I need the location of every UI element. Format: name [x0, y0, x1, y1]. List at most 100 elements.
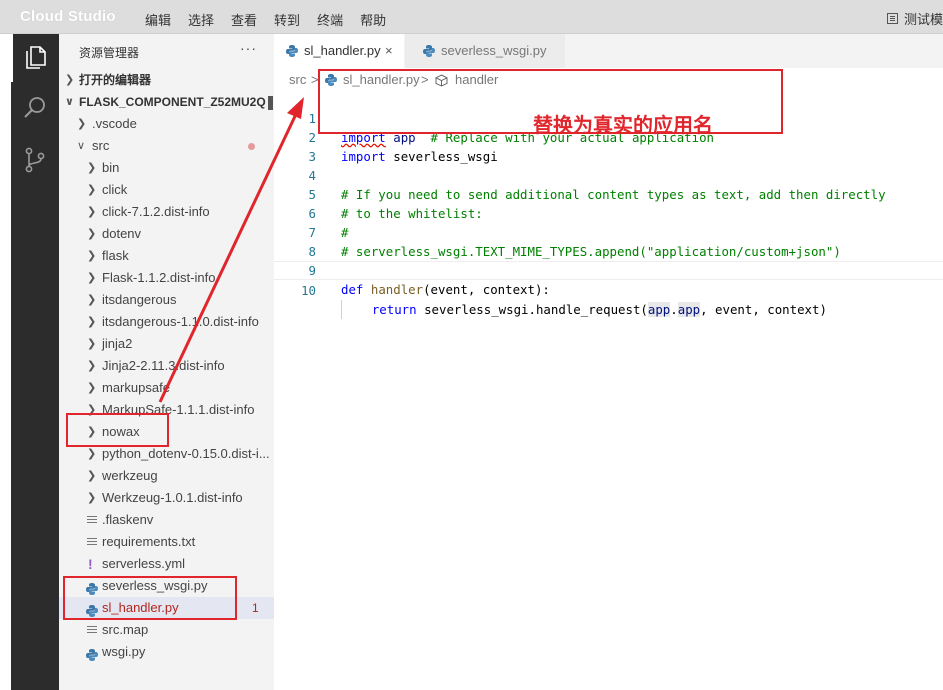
code-line: 8 [274, 223, 943, 259]
chevron-right-icon: ❯ [65, 74, 75, 86]
folder-item-click-7-1-2-dist-info[interactable]: ❯ click-7.1.2.dist-info [59, 201, 274, 223]
open-editors-label: 打开的编辑器 [79, 73, 152, 87]
text-file-icon [87, 538, 97, 546]
folder-item-itsdangerous[interactable]: ❯ itsdangerous [59, 289, 274, 311]
menu-terminal[interactable]: 终端 [317, 10, 343, 29]
tree-item-label: serverless.yml [102, 556, 186, 571]
workspace-section[interactable]: ∨ FLASK_COMPONENT_Z52MU2Q [59, 91, 274, 113]
folder-item-itsdangerous-1-1-0-dist-info[interactable]: ❯ itsdangerous-1.1.0.dist-info [59, 311, 274, 333]
workspace-name: 测试模 [903, 12, 943, 27]
close-icon[interactable]: × [385, 34, 393, 68]
tree-item-label: .vscode [92, 116, 137, 131]
annotation-box-files [63, 576, 237, 620]
sidebar-scrollbar[interactable] [268, 96, 273, 110]
chevron-right-icon: ❯ [87, 294, 97, 306]
search-icon[interactable] [11, 84, 59, 132]
folder-item-jinja2[interactable]: ❯ jinja2 [59, 333, 274, 355]
folder-item-flask-1-1-2-dist-info[interactable]: ❯ Flask-1.1.2.dist-info [59, 267, 274, 289]
menu-select[interactable]: 选择 [188, 10, 214, 29]
folder-item-click[interactable]: ❯ click [59, 179, 274, 201]
menu-goto[interactable]: 转到 [274, 10, 300, 29]
menu-edit[interactable]: 编辑 [145, 10, 171, 29]
explorer-icon[interactable] [11, 34, 59, 82]
chevron-right-icon: ❯ [77, 118, 87, 130]
tab-label: sl_handler.py [304, 43, 381, 58]
python-file-icon [286, 45, 298, 57]
workspace-switcher[interactable]: 测试模 [886, 9, 943, 28]
code-token: app [677, 302, 701, 317]
tree-item-label: click [102, 182, 128, 197]
folder-item-bin[interactable]: ❯ bin [59, 157, 274, 179]
code-token: handler [370, 282, 424, 297]
editor-tabs: sl_handler.py × severless_wsgi.py [274, 34, 943, 68]
tree-item-label: bin [102, 160, 120, 175]
chevron-right-icon: ❯ [87, 184, 97, 196]
chevron-right-icon: ❯ [87, 470, 97, 482]
code-token: def [341, 282, 364, 297]
annotation-label: 替换为真实的应用名 [533, 113, 713, 137]
tree-item-label: Werkzeug-1.0.1.dist-info [102, 490, 243, 505]
line-number: 10 [301, 283, 316, 298]
text-file-icon [87, 516, 97, 524]
tree-item-label: wsgi.py [102, 644, 146, 659]
code-token: app [647, 302, 671, 317]
tree-item-label: werkzeug [102, 468, 158, 483]
file-item-requirements-txt[interactable]: requirements.txt [59, 531, 274, 553]
workspace-label: FLASK_COMPONENT_Z52MU2Q [79, 95, 266, 109]
chevron-right-icon: ❯ [87, 228, 97, 240]
text-file-icon [87, 626, 97, 634]
python-file-icon [86, 646, 98, 661]
code-token: , event, context) [700, 302, 827, 317]
chevron-down-icon: ∨ [77, 140, 86, 152]
menu-view[interactable]: 查看 [231, 10, 257, 29]
list-icon [886, 13, 898, 24]
file-item-wsgi-py[interactable]: wsgi.py [59, 641, 274, 663]
tree-item-label: src.map [102, 622, 149, 637]
folder-item-dotenv[interactable]: ❯ dotenv [59, 223, 274, 245]
app-brand: Cloud Studio [20, 8, 116, 25]
yaml-file-icon: ! [88, 556, 93, 572]
code-line: 4 # If you need to send additional conte… [274, 147, 943, 202]
tree-item-label: jinja2 [102, 336, 133, 351]
chevron-right-icon: ❯ [87, 382, 97, 394]
source-control-icon[interactable] [11, 136, 59, 184]
file-item-src-map[interactable]: src.map [59, 619, 274, 641]
python-file-icon [423, 45, 435, 57]
folder-item-markupsafe[interactable]: ❯ markupsafe [59, 377, 274, 399]
chevron-down-icon: ∨ [65, 96, 74, 108]
tree-item-label: Flask-1.1.2.dist-info [102, 270, 216, 285]
code-line: 5 # to the whitelist: [274, 166, 943, 221]
tree-item-label: src [92, 138, 110, 153]
folder-item-src[interactable]: ∨ src [59, 135, 274, 157]
folder-item-jinja2-2-11-3-dist-info[interactable]: ❯ Jinja2-2.11.3.dist-info [59, 355, 274, 377]
chevron-right-icon: ❯ [87, 272, 97, 284]
code-token: return [371, 302, 417, 317]
tree-item-label: flask [102, 248, 129, 263]
code-token: (event, context): [423, 282, 550, 297]
modified-dot [248, 143, 255, 150]
chevron-right-icon: ❯ [87, 250, 97, 262]
more-actions-icon[interactable]: ··· [240, 40, 257, 56]
file-item-serverless-yml[interactable]: ! serverless.yml [59, 553, 274, 575]
file-item-flaskenv[interactable]: .flaskenv [59, 509, 274, 531]
folder-item-werkzeug[interactable]: ❯ werkzeug [59, 465, 274, 487]
chevron-right-icon: ❯ [87, 360, 97, 372]
open-editors-section[interactable]: ❯ 打开的编辑器 [59, 69, 274, 91]
tree-item-label: Jinja2-2.11.3.dist-info [102, 358, 225, 373]
tab-severless-wsgi[interactable]: severless_wsgi.py [405, 34, 565, 68]
chevron-right-icon: ❯ [87, 338, 97, 350]
title-bar: Cloud Studio 编辑 选择 查看 转到 终端 帮助 测试模 [0, 0, 943, 34]
tree-item-label: itsdangerous [102, 292, 177, 307]
chevron-right-icon: ❯ [87, 206, 97, 218]
breadcrumb-src[interactable]: src [289, 72, 306, 87]
folder-item-vscode[interactable]: ❯ .vscode [59, 113, 274, 135]
folder-item-flask[interactable]: ❯ flask [59, 245, 274, 267]
folder-item-werkzeug-1-0-1-dist-info[interactable]: ❯ Werkzeug-1.0.1.dist-info [59, 487, 274, 509]
chevron-right-icon: ❯ [87, 162, 97, 174]
code-token: . [670, 302, 678, 317]
chevron-right-icon: ❯ [87, 316, 97, 328]
explorer-title: 资源管理器 [79, 46, 140, 60]
menu-help[interactable]: 帮助 [360, 10, 386, 29]
tab-sl-handler[interactable]: sl_handler.py × [274, 34, 404, 68]
code-line-current: 10 return severless_wsgi.handle_request(… [274, 261, 943, 319]
